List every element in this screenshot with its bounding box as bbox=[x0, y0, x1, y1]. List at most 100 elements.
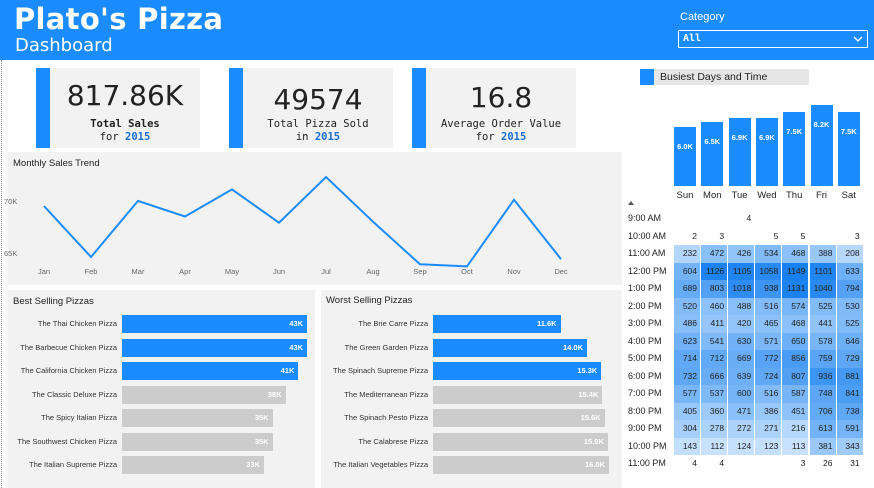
heatmap-cell[interactable] bbox=[810, 228, 836, 246]
heatmap-cell[interactable]: 405 bbox=[674, 402, 700, 420]
heatmap-cell[interactable]: 486 bbox=[674, 315, 700, 333]
heatmap-cell[interactable]: 426 bbox=[728, 245, 755, 263]
heatmap-cell[interactable]: 630 bbox=[728, 332, 755, 350]
pizza-bar[interactable]: 35K bbox=[122, 409, 273, 427]
heatmap-cell[interactable]: 3 bbox=[701, 227, 728, 245]
heatmap-cell[interactable] bbox=[837, 210, 863, 228]
heatmap-cell[interactable] bbox=[782, 210, 808, 228]
heatmap-cell[interactable]: 451 bbox=[782, 402, 809, 420]
pizza-bar[interactable]: 33K bbox=[122, 456, 264, 474]
heatmap-cell[interactable]: 738 bbox=[836, 402, 863, 420]
pizza-bar[interactable]: 15.4K bbox=[433, 385, 603, 404]
heatmap-cell[interactable] bbox=[728, 228, 754, 246]
heatmap-cell[interactable]: 807 bbox=[782, 367, 809, 385]
day-bar[interactable]: 7.5K bbox=[783, 111, 806, 186]
heatmap-cell[interactable]: 468 bbox=[782, 245, 809, 263]
heatmap-cell[interactable]: 646 bbox=[836, 332, 863, 350]
heatmap-cell[interactable]: 113 bbox=[782, 437, 809, 455]
heatmap-cell[interactable]: 1018 bbox=[728, 280, 755, 298]
pizza-bar[interactable]: 15.3K bbox=[433, 362, 602, 380]
heatmap-cell[interactable]: 525 bbox=[836, 315, 863, 333]
heatmap-cell[interactable]: 772 bbox=[755, 350, 782, 368]
heatmap-cell[interactable]: 578 bbox=[809, 332, 836, 350]
heatmap-cell[interactable]: 759 bbox=[809, 350, 836, 368]
heatmap-cell[interactable]: 633 bbox=[836, 262, 863, 280]
heatmap-cell[interactable]: 689 bbox=[674, 280, 700, 298]
heatmap-cell[interactable]: 420 bbox=[728, 315, 755, 333]
heatmap-cell[interactable]: 460 bbox=[701, 297, 728, 315]
pizza-bar[interactable]: 14.0K bbox=[433, 338, 587, 357]
day-bar[interactable]: 6.5K bbox=[701, 121, 724, 186]
heatmap-cell[interactable]: 534 bbox=[755, 245, 782, 263]
heatmap-cell[interactable]: 5 bbox=[782, 227, 809, 245]
heatmap-cell[interactable]: 1101 bbox=[809, 262, 836, 280]
heatmap-cell[interactable]: 123 bbox=[755, 437, 782, 455]
heatmap-cell[interactable]: 232 bbox=[674, 245, 700, 263]
heatmap-cell[interactable]: 472 bbox=[701, 245, 728, 263]
heatmap-cell[interactable]: 124 bbox=[728, 437, 755, 455]
pizza-bar[interactable]: 11.6K bbox=[433, 315, 561, 333]
pizza-bar[interactable]: 16.0K bbox=[433, 456, 609, 474]
heatmap-cell[interactable]: 856 bbox=[782, 350, 809, 368]
pizza-bar[interactable]: 43K bbox=[122, 315, 307, 333]
heatmap-cell[interactable]: 471 bbox=[728, 402, 755, 420]
heatmap-cell[interactable]: 530 bbox=[836, 297, 863, 315]
heatmap-cell[interactable]: 516 bbox=[755, 297, 782, 315]
heatmap-cell[interactable]: 5 bbox=[755, 227, 782, 245]
heatmap-cell[interactable]: 386 bbox=[755, 402, 782, 420]
heatmap-cell[interactable]: 666 bbox=[701, 367, 728, 385]
heatmap-cell[interactable]: 587 bbox=[782, 385, 809, 403]
pizza-bar[interactable]: 15.9K bbox=[433, 432, 608, 451]
heatmap-cell[interactable]: 732 bbox=[674, 367, 700, 385]
pizza-bar[interactable]: 38K bbox=[122, 385, 286, 404]
heatmap-cell[interactable]: 2 bbox=[674, 227, 700, 245]
heatmap-cell[interactable]: 881 bbox=[836, 367, 863, 385]
heatmap-cell[interactable]: 488 bbox=[728, 297, 755, 315]
heatmap-cell[interactable]: 600 bbox=[728, 385, 755, 403]
heatmap-cell[interactable]: 669 bbox=[728, 350, 755, 368]
heatmap-cell[interactable]: 4 bbox=[674, 455, 700, 473]
heatmap-cell[interactable]: 591 bbox=[836, 420, 863, 438]
day-bar[interactable]: 7.5K bbox=[837, 111, 860, 186]
heatmap-cell[interactable]: 712 bbox=[701, 350, 728, 368]
heatmap-cell[interactable]: 623 bbox=[674, 332, 700, 350]
heatmap-cell[interactable]: 381 bbox=[809, 437, 836, 455]
heatmap-cell[interactable]: 520 bbox=[674, 297, 700, 315]
heatmap-cell[interactable]: 3 bbox=[782, 455, 809, 473]
heatmap-cell[interactable] bbox=[755, 455, 781, 473]
heatmap-cell[interactable]: 938 bbox=[755, 280, 782, 298]
heatmap-cell[interactable]: 278 bbox=[701, 420, 728, 438]
heatmap-cell[interactable]: 706 bbox=[809, 402, 836, 420]
heatmap-cell[interactable]: 388 bbox=[809, 245, 836, 263]
heatmap-cell[interactable]: 411 bbox=[701, 315, 728, 333]
day-bar[interactable]: 6.9K bbox=[755, 117, 778, 186]
heatmap-cell[interactable]: 1105 bbox=[728, 262, 755, 280]
heatmap-cell[interactable]: 468 bbox=[782, 315, 809, 333]
heatmap-cell[interactable]: 650 bbox=[782, 332, 809, 350]
heatmap-cell[interactable]: 4 bbox=[701, 455, 728, 473]
heatmap-cell[interactable]: 841 bbox=[836, 385, 863, 403]
heatmap-cell[interactable]: 729 bbox=[836, 350, 863, 368]
heatmap-cell[interactable]: 360 bbox=[701, 402, 728, 420]
day-bar[interactable]: 8.2K bbox=[810, 105, 833, 186]
heatmap-cell[interactable]: 714 bbox=[674, 350, 700, 368]
day-bar[interactable]: 6.0K bbox=[674, 126, 696, 186]
heatmap-cell[interactable]: 574 bbox=[782, 297, 809, 315]
heatmap-cell[interactable] bbox=[674, 210, 700, 228]
heatmap-cell[interactable]: 724 bbox=[755, 367, 782, 385]
heatmap-cell[interactable]: 143 bbox=[674, 437, 700, 455]
heatmap-cell[interactable] bbox=[755, 210, 781, 228]
pizza-bar[interactable]: 43K bbox=[122, 338, 307, 357]
heatmap-cell[interactable] bbox=[810, 210, 836, 228]
heatmap-cell[interactable]: 4 bbox=[728, 210, 755, 228]
heatmap-cell[interactable]: 26 bbox=[809, 455, 836, 473]
heatmap-cell[interactable]: 1040 bbox=[809, 280, 836, 298]
heatmap-cell[interactable]: 1058 bbox=[755, 262, 782, 280]
heatmap-cell[interactable]: 1126 bbox=[701, 262, 728, 280]
heatmap-cell[interactable]: 516 bbox=[755, 385, 782, 403]
heatmap-cell[interactable]: 748 bbox=[809, 385, 836, 403]
heatmap-cell[interactable]: 794 bbox=[836, 280, 863, 298]
heatmap-cell[interactable]: 31 bbox=[836, 455, 863, 473]
pizza-bar[interactable]: 41K bbox=[122, 362, 299, 380]
heatmap-cell[interactable]: 577 bbox=[674, 385, 700, 403]
